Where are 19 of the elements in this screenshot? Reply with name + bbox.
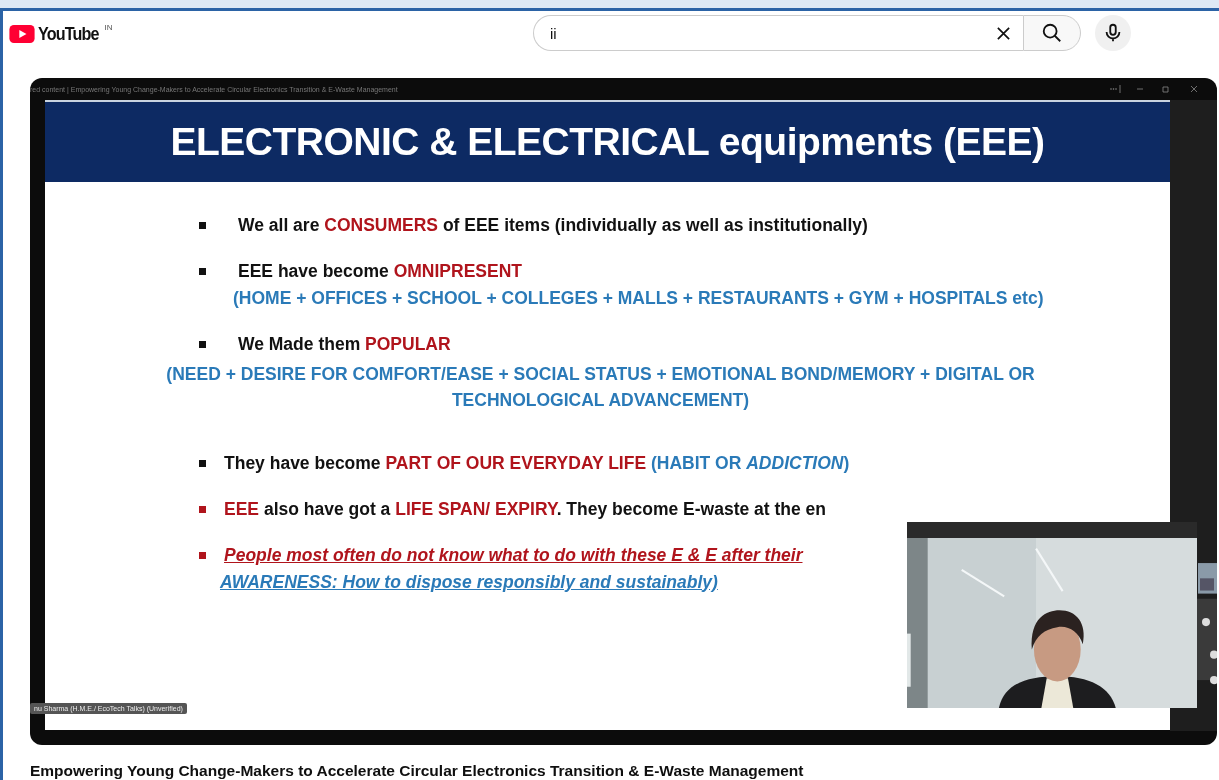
bullet-subtext: (NEED + DESIRE FOR COMFORT/EASE + SOCIAL STATUS + EMOTIONAL BOND/MEMORY + DIGITAL OR TECHNOLOGICAL ADVANCEMENT) bbox=[165, 363, 1036, 413]
bullet-text: EEE have become OMNIPRESENT bbox=[238, 261, 522, 282]
country-code: IN bbox=[104, 23, 113, 32]
video-title: Empowering Young Change-Makers to Accelerate Circular Electronics Transition & E-Waste Management bbox=[30, 762, 805, 780]
bullet-subtext: (HOME + OFFICES + SCHOOL + COLLEGES + MALLS + RESTAURANTS + GYM + HOSPITALS etc) bbox=[233, 288, 1044, 308]
logo-text[interactable]: YouTube bbox=[38, 23, 99, 45]
slide-title: ELECTRONIC & ELECTRICAL equipments (EEE) bbox=[170, 120, 1045, 164]
search-icon bbox=[1041, 22, 1063, 44]
clear-icon[interactable] bbox=[996, 26, 1011, 41]
microphone-button[interactable] bbox=[1095, 15, 1131, 51]
bullet-text: We all are CONSUMERS of EEE items (individually as well as institutionally) bbox=[238, 215, 868, 236]
bullet-text: They have become PART OF OUR EVERYDAY LIFE (HABIT OR ADDICTION) bbox=[224, 452, 850, 474]
bullet-subtext: AWARENESS: How to dispose responsibly and sustainably) bbox=[220, 571, 718, 592]
bullet-text: People most often do not know what to do with these E & E after their bbox=[224, 544, 803, 566]
youtube-logo-icon[interactable] bbox=[9, 25, 35, 43]
search-button[interactable] bbox=[1023, 15, 1081, 51]
search-field[interactable]: ii bbox=[533, 15, 1023, 51]
bullet-text: We Made them POPULAR bbox=[238, 334, 451, 355]
bullet-text: EEE also have got a LIFE SPAN/ EXPIRY. They become E-waste at the en bbox=[224, 498, 826, 520]
